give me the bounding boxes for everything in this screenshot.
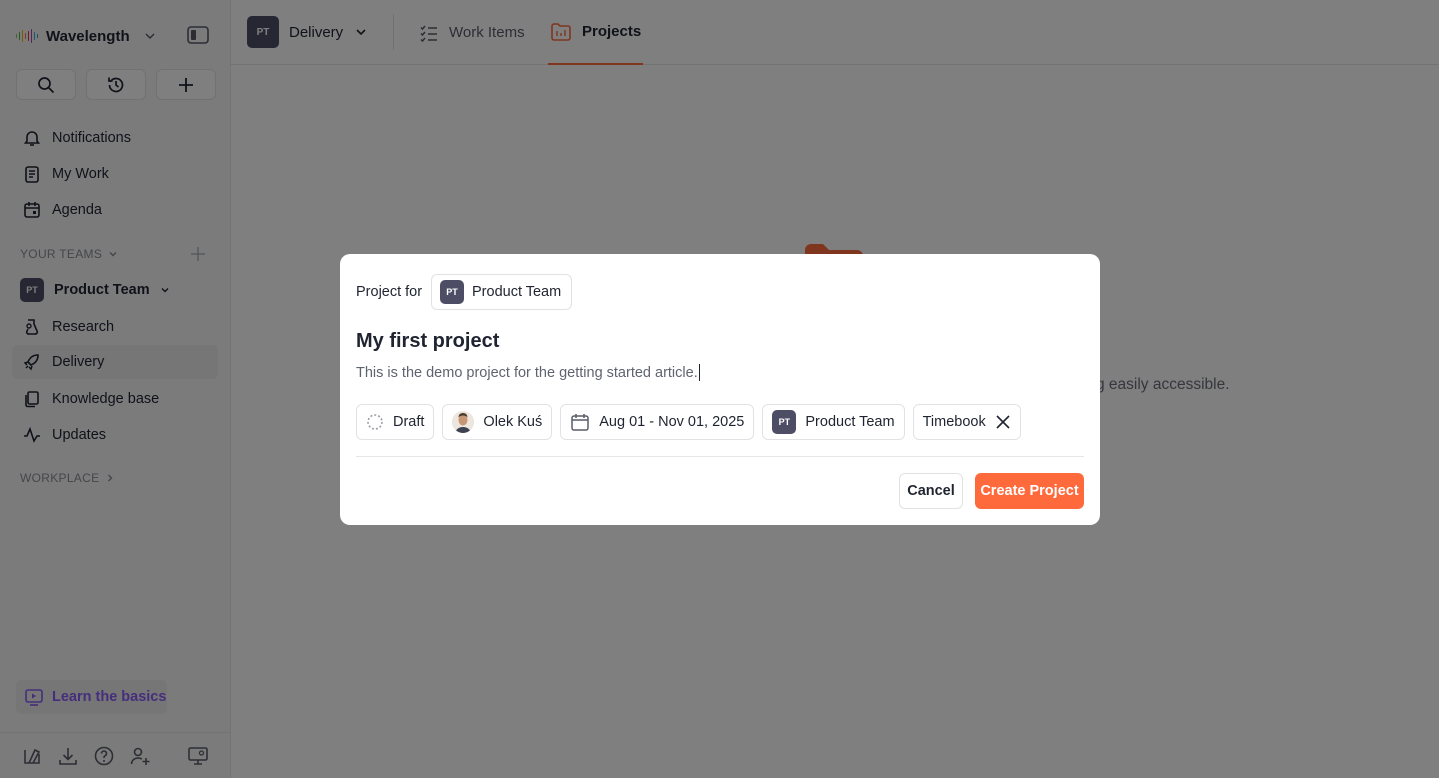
team-name: Product Team: [472, 284, 562, 300]
team-badge: PT: [440, 280, 464, 304]
date-range-label: Aug 01 - Nov 01, 2025: [599, 414, 745, 430]
draft-status-icon: [367, 414, 383, 430]
status-label: Draft: [393, 414, 425, 430]
description-text: This is the demo project for the getting…: [356, 364, 698, 381]
date-range-chip[interactable]: Aug 01 - Nov 01, 2025: [560, 404, 755, 440]
project-title-input[interactable]: My first project: [356, 330, 499, 353]
assignee-chip[interactable]: Olek Kuś: [442, 404, 553, 440]
cancel-button[interactable]: Cancel: [899, 473, 963, 509]
assignee-name: Olek Kuś: [483, 414, 543, 430]
team-label: Product Team: [805, 414, 895, 430]
calendar-icon: [571, 414, 590, 431]
dialog-divider: [356, 456, 1084, 457]
text-cursor: [698, 364, 700, 381]
status-chip[interactable]: Draft: [356, 404, 435, 440]
team-badge: PT: [772, 410, 797, 434]
create-project-dialog: Project for PT Product Team My first pro…: [340, 254, 1100, 525]
timebook-label: Timebook: [922, 414, 986, 430]
close-icon[interactable]: [995, 414, 1011, 430]
project-for-label: Project for: [356, 284, 423, 300]
team-chip[interactable]: PT Product Team: [762, 404, 905, 440]
create-project-button[interactable]: Create Project: [975, 473, 1084, 509]
project-description-input[interactable]: This is the demo project for the getting…: [356, 364, 700, 381]
timebook-chip[interactable]: Timebook: [912, 404, 1021, 440]
avatar: [452, 411, 475, 433]
project-properties: Draft Olek Kuś Aug 01 - Nov 01, 2025 PT …: [356, 404, 1021, 440]
project-team-selector[interactable]: PT Product Team: [431, 274, 573, 310]
